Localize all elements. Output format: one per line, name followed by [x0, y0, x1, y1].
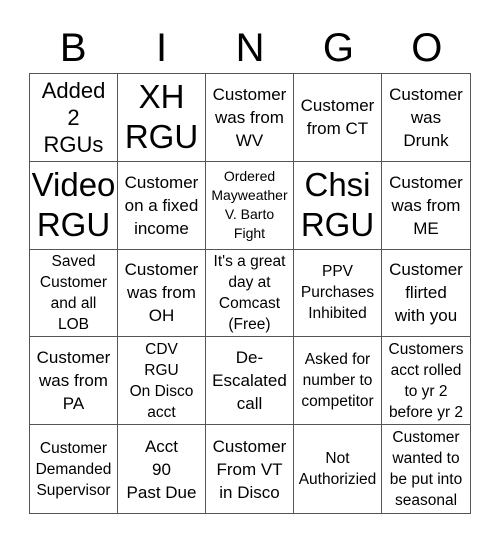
bingo-cell[interactable]: Customer was Drunk: [382, 74, 470, 162]
bingo-cell[interactable]: Customer on a fixed income: [118, 161, 206, 250]
bingo-cell[interactable]: Saved Customer and all LOB: [30, 249, 118, 338]
bingo-cell[interactable]: Customer From VT in Disco: [206, 425, 294, 513]
bingo-cell[interactable]: XH RGU: [118, 74, 206, 162]
bingo-cell[interactable]: Customer was from PA: [30, 337, 118, 426]
header-letter-n: N: [235, 26, 265, 70]
bingo-cell[interactable]: Asked for number to competitor: [294, 337, 382, 426]
bingo-cell[interactable]: Customer was from ME: [382, 162, 470, 250]
bingo-cell[interactable]: Customer was from OH: [118, 249, 206, 338]
bingo-cell[interactable]: Acct 90 Past Due: [118, 425, 206, 513]
bingo-cell[interactable]: Customer Demanded Supervisor: [30, 425, 118, 513]
bingo-cell[interactable]: PPV Purchases Inhibited: [294, 249, 382, 338]
bingo-cell[interactable]: Chsi RGU: [294, 161, 382, 250]
bingo-cell[interactable]: Customer wanted to be put into seasonal: [382, 425, 470, 513]
bingo-cell[interactable]: It's a great day at Comcast (Free): [206, 249, 294, 338]
bingo-cell[interactable]: Video RGU: [30, 161, 118, 250]
bingo-cell[interactable]: Customer flirted with you: [382, 250, 470, 338]
bingo-cell[interactable]: De- Escalated call: [206, 337, 294, 426]
bingo-card-grid: Added 2 RGUs XH RGU Customer was from WV Cu…: [29, 73, 471, 514]
bingo-cell[interactable]: CDV RGU On Disco acct: [118, 337, 206, 426]
bingo-cell[interactable]: Customers acct rolled to yr 2 before yr …: [382, 337, 470, 426]
header-letter-g: G: [322, 26, 354, 70]
bingo-cell[interactable]: Ordered Mayweather V. Barto Fight: [206, 161, 294, 250]
header-letter-o: O: [411, 26, 443, 70]
header-letter-b: B: [59, 26, 87, 70]
bingo-cell[interactable]: Added 2 RGUs: [30, 74, 118, 162]
bingo-cell[interactable]: Not Authorizied: [294, 425, 382, 513]
bingo-cell[interactable]: Customer was from WV: [206, 74, 294, 162]
bingo-cell[interactable]: Customer from CT: [294, 74, 382, 162]
header-letter-i: I: [156, 26, 168, 70]
bingo-header: B I N G O: [29, 26, 471, 70]
